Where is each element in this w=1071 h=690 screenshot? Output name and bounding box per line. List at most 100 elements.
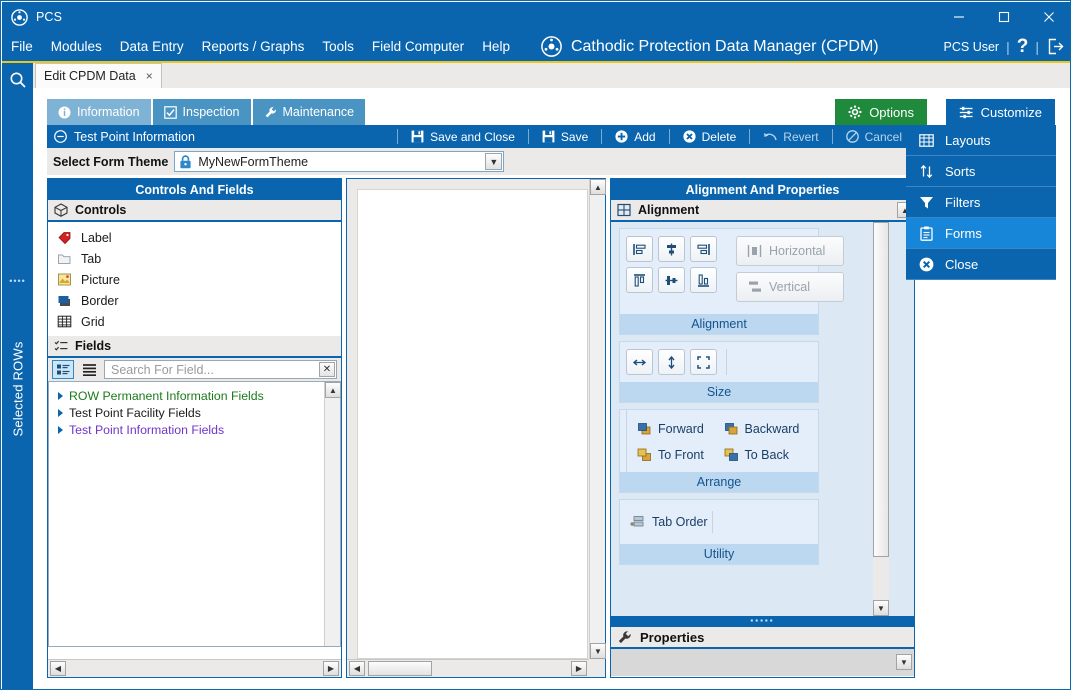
delete-button[interactable]: Delete [670, 125, 750, 148]
scroll-down-button[interactable]: ▼ [590, 643, 606, 659]
horizontal-scroll-thumb[interactable] [368, 661, 432, 676]
menu-help[interactable]: Help [473, 32, 519, 61]
selected-rows-rail[interactable]: •••• Selected ROWs [2, 63, 33, 690]
send-to-back-button[interactable]: To Back [724, 442, 811, 468]
save-and-close-button[interactable]: Save and Close [398, 125, 528, 148]
logout-icon[interactable] [1046, 37, 1065, 56]
scroll-right-button[interactable]: ▶ [323, 661, 339, 676]
revert-button[interactable]: Revert [750, 125, 831, 148]
size-group: Size [619, 341, 819, 403]
control-item-picture[interactable]: Picture [48, 269, 341, 290]
scroll-left-button[interactable]: ◀ [349, 661, 365, 676]
expand-arrow-icon[interactable] [58, 409, 63, 417]
expand-arrow-icon[interactable] [58, 392, 63, 400]
alignment-scroll-thumb[interactable] [873, 222, 889, 557]
panel-splitter-grip[interactable]: ▪▪▪▪▪ [611, 616, 914, 625]
list-view-icon[interactable] [78, 360, 100, 379]
send-backward-button[interactable]: Backward [724, 416, 811, 442]
control-item-tab[interactable]: Tab [48, 248, 341, 269]
align-center-v-icon[interactable] [658, 267, 685, 293]
menu-item-close[interactable]: Close [906, 249, 1056, 280]
chevron-down-icon[interactable]: ▼ [485, 153, 502, 170]
canvas-horizontal-scrollbar[interactable]: ◀ ▶ [347, 659, 589, 677]
size-width-icon[interactable] [626, 349, 653, 375]
scroll-up-button[interactable]: ▲ [590, 179, 606, 195]
help-icon[interactable]: ? [1017, 37, 1029, 56]
controls-and-fields-panel: Controls And Fields Controls Label [47, 178, 342, 678]
scroll-up-button[interactable]: ▲ [325, 382, 341, 398]
menu-data-entry[interactable]: Data Entry [111, 32, 193, 61]
scroll-right-button[interactable]: ▶ [571, 661, 587, 676]
clipboard-icon [918, 225, 935, 242]
cancel-button[interactable]: Cancel [833, 125, 915, 148]
controls-section-header[interactable]: Controls [48, 200, 341, 222]
form-theme-value: MyNewFormTheme [198, 155, 308, 169]
menu-item-filters[interactable]: Filters [906, 187, 1056, 218]
align-center-h-icon[interactable] [658, 236, 685, 262]
align-left-icon[interactable] [626, 236, 653, 262]
collapse-icon[interactable] [54, 130, 67, 143]
size-height-icon[interactable] [658, 349, 685, 375]
fields-tree-vertical-scrollbar[interactable]: ▲ [324, 382, 340, 646]
alignment-group: Horizontal Vertical Alignment [619, 228, 819, 335]
tree-item-row-permanent[interactable]: ROW Permanent Information Fields [49, 387, 322, 404]
clear-search-icon[interactable]: ✕ [319, 362, 335, 377]
left-panel-horizontal-scrollbar[interactable]: ◀ ▶ [48, 659, 341, 677]
alignment-section-header[interactable]: Alignment ▲ [611, 200, 914, 222]
bring-to-front-button[interactable]: To Front [637, 442, 724, 468]
tab-information[interactable]: Information [47, 99, 151, 125]
search-icon[interactable] [9, 71, 27, 89]
arrange-group-inner: Forward Backward [626, 410, 818, 472]
menu-field-computer[interactable]: Field Computer [363, 32, 473, 61]
save-button[interactable]: Save [529, 125, 601, 148]
form-design-canvas[interactable] [357, 189, 588, 659]
fields-tree: ROW Permanent Information Fields Test Po… [48, 382, 341, 647]
bring-forward-button[interactable]: Forward [637, 416, 724, 442]
alignment-and-properties-title: Alignment And Properties [611, 179, 914, 200]
add-button[interactable]: Add [602, 125, 668, 148]
menu-file[interactable]: File [2, 32, 42, 61]
expand-arrow-icon[interactable] [58, 426, 63, 434]
maximize-button[interactable] [981, 2, 1026, 32]
distribute-vertical-button[interactable]: Vertical [736, 272, 844, 302]
alignment-body-scrollbar[interactable]: ▼ [873, 222, 889, 616]
canvas-vertical-scrollbar[interactable]: ▲ ▼ [589, 179, 605, 659]
align-right-icon[interactable] [690, 236, 717, 262]
form-design-canvas-panel[interactable]: ▲ ▼ ◀ ▶ [346, 178, 606, 678]
document-tab-strip: Edit CPDM Data × [2, 63, 1071, 88]
align-bottom-icon[interactable] [690, 267, 717, 293]
options-button[interactable]: Options [835, 99, 927, 125]
menu-modules[interactable]: Modules [42, 32, 111, 61]
search-input[interactable]: Search For Field... ✕ [104, 360, 337, 379]
menu-item-layouts[interactable]: Layouts [906, 125, 1056, 156]
tree-item-test-point-information[interactable]: Test Point Information Fields [49, 421, 322, 438]
tab-inspection[interactable]: Inspection [153, 99, 251, 125]
tab-order-button[interactable]: Tab Order [630, 509, 708, 535]
minimize-button[interactable] [936, 2, 981, 32]
menu-tools[interactable]: Tools [313, 32, 363, 61]
form-theme-select[interactable]: MyNewFormTheme ▼ [174, 151, 504, 172]
customize-button[interactable]: Customize [946, 99, 1055, 125]
size-both-icon[interactable] [690, 349, 717, 375]
menu-bar: File Modules Data Entry Reports / Graphs… [2, 32, 1071, 61]
control-item-border[interactable]: Border [48, 290, 341, 311]
menu-item-forms[interactable]: Forms [906, 218, 1056, 249]
scroll-left-button[interactable]: ◀ [50, 661, 66, 676]
align-top-icon[interactable] [626, 267, 653, 293]
control-item-grid[interactable]: Grid [48, 311, 341, 332]
tree-item-test-point-facility[interactable]: Test Point Facility Fields [49, 404, 322, 421]
tab-maintenance[interactable]: Maintenance [253, 99, 366, 125]
menu-reports-graphs[interactable]: Reports / Graphs [193, 32, 314, 61]
detail-view-icon[interactable] [52, 360, 74, 379]
close-button[interactable] [1026, 2, 1071, 32]
properties-section-header[interactable]: Properties [611, 625, 914, 649]
properties-scroll-down-button[interactable]: ▼ [896, 654, 912, 670]
distribute-horizontal-button[interactable]: Horizontal [736, 236, 844, 266]
tab-edit-cpdm-data[interactable]: Edit CPDM Data × [35, 63, 162, 88]
control-item-label[interactable]: Label [48, 227, 341, 248]
menu-item-sorts[interactable]: Sorts [906, 156, 1056, 187]
scroll-down-button[interactable]: ▼ [873, 600, 889, 616]
fields-section-header[interactable]: Fields [48, 336, 341, 358]
close-icon[interactable]: × [146, 69, 153, 83]
wrench-icon [617, 630, 632, 645]
